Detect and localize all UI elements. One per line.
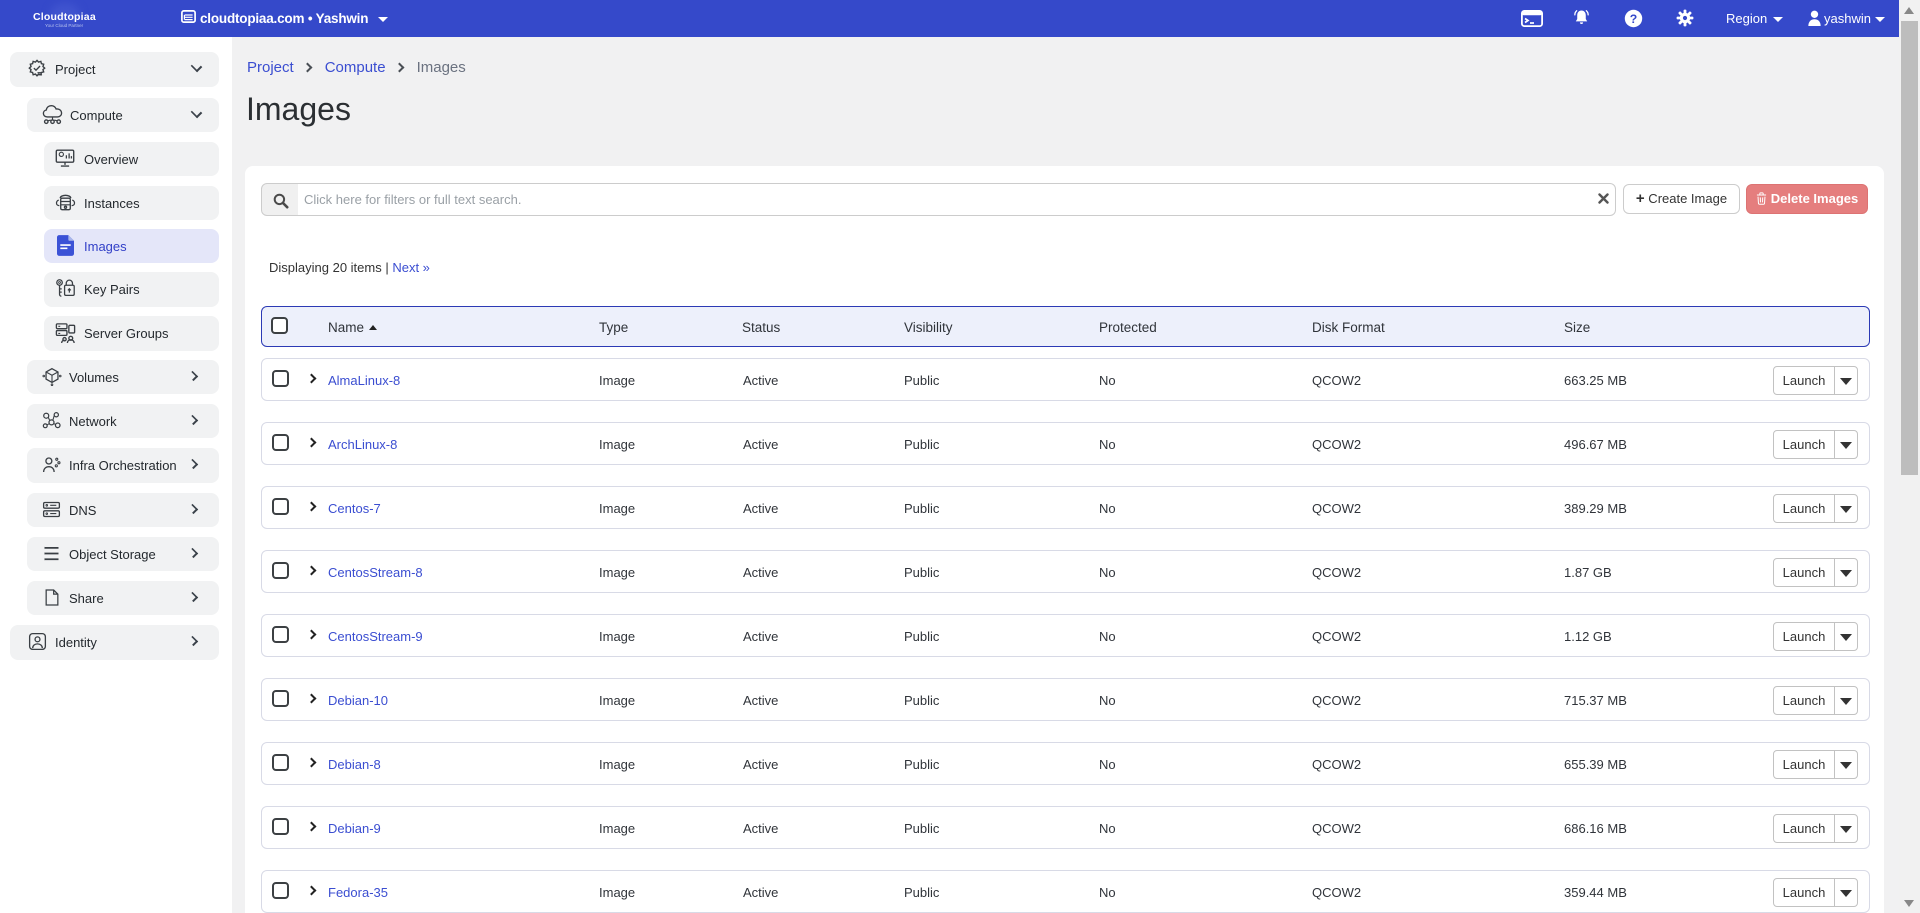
- svg-text:?: ?: [1630, 12, 1638, 26]
